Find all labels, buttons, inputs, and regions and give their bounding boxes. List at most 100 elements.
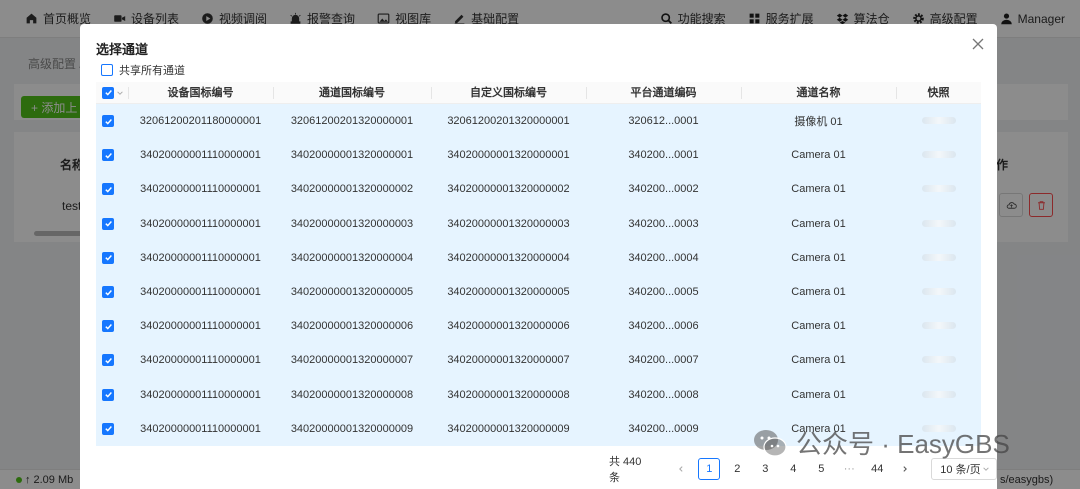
snapshot-thumbnail[interactable] (921, 151, 956, 159)
check-icon (104, 118, 112, 125)
column-header-device-id[interactable]: 设备国标编号 (128, 82, 273, 104)
table-row[interactable]: 34020000001110000001 34020000001320000006… (96, 309, 981, 343)
column-header-snapshot[interactable]: 快照 (896, 82, 981, 104)
channel-id-cell: 34020000001320000001 (290, 149, 414, 162)
check-icon (104, 90, 112, 96)
check-icon (104, 289, 112, 296)
table-row[interactable]: 34020000001110000001 34020000001320000003… (96, 207, 981, 241)
platform-code-cell: 340200...0006 (628, 320, 699, 333)
select-channel-dialog: 选择通道 共享所有通道 设备国标编号 通道国标编号 自定义国标编号 平台通道编码… (80, 24, 997, 489)
checkbox-unchecked[interactable] (101, 64, 113, 76)
snapshot-cell[interactable] (896, 183, 981, 195)
snapshot-thumbnail[interactable] (921, 390, 956, 398)
table-row[interactable]: 34020000001110000001 34020000001320000002… (96, 172, 981, 206)
custom-id-cell: 34020000001320000005 (447, 286, 570, 299)
snapshot-thumbnail[interactable] (921, 356, 956, 364)
table-row[interactable]: 34020000001110000001 34020000001320000005… (96, 275, 981, 309)
row-checkbox[interactable] (102, 422, 114, 435)
next-page-button[interactable] (894, 458, 916, 480)
column-header-custom-id[interactable]: 自定义国标编号 (431, 82, 586, 104)
page-button-1[interactable]: 1 (698, 458, 721, 480)
check-icon (104, 426, 112, 432)
row-checkbox[interactable] (102, 149, 114, 162)
watermark-text: 公众号 · EasyGBS (796, 429, 1010, 459)
pagination: 共 440 条 12345 ··· 44 10 条/页 (609, 456, 997, 484)
snapshot-cell[interactable] (896, 389, 981, 401)
snapshot-cell[interactable] (896, 320, 981, 332)
row-select-cell (96, 149, 128, 162)
page-ellipsis[interactable]: ··· (838, 458, 860, 480)
snapshot-thumbnail[interactable] (921, 253, 956, 261)
snapshot-thumbnail[interactable] (921, 219, 956, 227)
table-header: 设备国标编号 通道国标编号 自定义国标编号 平台通道编码 通道名称 快照 (96, 82, 981, 104)
snapshot-cell[interactable] (896, 218, 981, 230)
channel-name-cell: Camera 01 (791, 183, 846, 196)
row-checkbox[interactable] (102, 354, 114, 367)
custom-id-cell: 34020000001320000001 (447, 149, 570, 162)
page-last[interactable]: 44 (866, 458, 888, 480)
snapshot-cell[interactable] (896, 252, 981, 264)
device-id-cell: 34020000001110000001 (140, 183, 261, 196)
custom-id-cell: 34020000001320000004 (447, 251, 570, 264)
row-checkbox[interactable] (102, 286, 114, 299)
column-header-channel-name[interactable]: 通道名称 (741, 82, 896, 104)
custom-id-cell: 34020000001320000007 (447, 354, 570, 367)
snapshot-cell[interactable] (896, 286, 981, 298)
close-icon[interactable] (971, 37, 985, 51)
row-checkbox[interactable] (102, 115, 114, 128)
row-select-cell (96, 251, 128, 264)
channel-id-cell: 34020000001320000004 (290, 251, 414, 264)
table-row[interactable]: 34020000001110000001 34020000001320000001… (96, 138, 981, 172)
platform-code-cell: 320612...0001 (628, 115, 699, 128)
row-select-cell (96, 115, 128, 128)
platform-code-cell: 340200...0002 (628, 183, 699, 196)
page-button-5[interactable]: 5 (810, 458, 832, 480)
row-checkbox[interactable] (102, 217, 114, 230)
prev-page-button[interactable] (670, 458, 692, 480)
row-checkbox[interactable] (102, 183, 114, 196)
check-icon (104, 392, 112, 398)
row-checkbox[interactable] (102, 320, 114, 333)
snapshot-thumbnail[interactable] (921, 288, 956, 296)
device-id-cell: 34020000001110000001 (140, 217, 261, 230)
snapshot-cell[interactable] (896, 115, 981, 127)
table-row[interactable]: 34020000001110000001 34020000001320000007… (96, 343, 981, 377)
custom-id-cell: 34020000001320000003 (447, 217, 570, 230)
page-button-2[interactable]: 2 (726, 458, 748, 480)
table-row[interactable]: 34020000001110000001 34020000001320000004… (96, 241, 981, 275)
device-id-cell: 34020000001110000001 (140, 251, 261, 264)
platform-code-cell: 340200...0005 (628, 286, 699, 299)
device-id-cell: 34020000001110000001 (140, 149, 261, 162)
table-body: 32061200201180000001 32061200201320000001… (96, 104, 981, 446)
custom-id-cell: 34020000001320000009 (447, 422, 570, 435)
table-row[interactable]: 34020000001110000001 34020000001320000008… (96, 378, 981, 412)
column-header-platform-code[interactable]: 平台通道编码 (586, 82, 741, 104)
snapshot-thumbnail[interactable] (921, 322, 956, 330)
snapshot-cell[interactable] (896, 354, 981, 366)
watermark: 公众号 · EasyGBS (752, 424, 1010, 461)
row-checkbox[interactable] (102, 388, 114, 401)
chevron-down-icon[interactable] (116, 89, 124, 97)
share-all-label: 共享所有通道 (119, 65, 185, 77)
snapshot-thumbnail[interactable] (921, 185, 956, 193)
row-select-cell (96, 354, 128, 367)
table-row[interactable]: 32061200201180000001 32061200201320000001… (96, 104, 981, 138)
page-button-4[interactable]: 4 (782, 458, 804, 480)
snapshot-cell[interactable] (896, 149, 981, 161)
platform-code-cell: 340200...0001 (628, 149, 699, 162)
column-header-channel-id[interactable]: 通道国标编号 (273, 82, 431, 104)
platform-code-cell: 340200...0008 (628, 388, 699, 401)
check-icon (104, 255, 112, 261)
share-all-checkbox[interactable]: 共享所有通道 (101, 62, 185, 78)
snapshot-thumbnail[interactable] (921, 117, 956, 125)
row-checkbox[interactable] (102, 251, 114, 264)
page-button-3[interactable]: 3 (754, 458, 776, 480)
platform-code-cell: 340200...0004 (628, 251, 699, 264)
page-size-select[interactable]: 10 条/页 (931, 458, 997, 480)
row-select-cell (96, 422, 128, 435)
device-id-cell: 34020000001110000001 (140, 422, 261, 435)
custom-id-cell: 34020000001320000002 (447, 183, 570, 196)
select-all-checkbox[interactable] (102, 86, 114, 99)
row-select-cell (96, 217, 128, 230)
chevron-left-icon (679, 466, 683, 472)
